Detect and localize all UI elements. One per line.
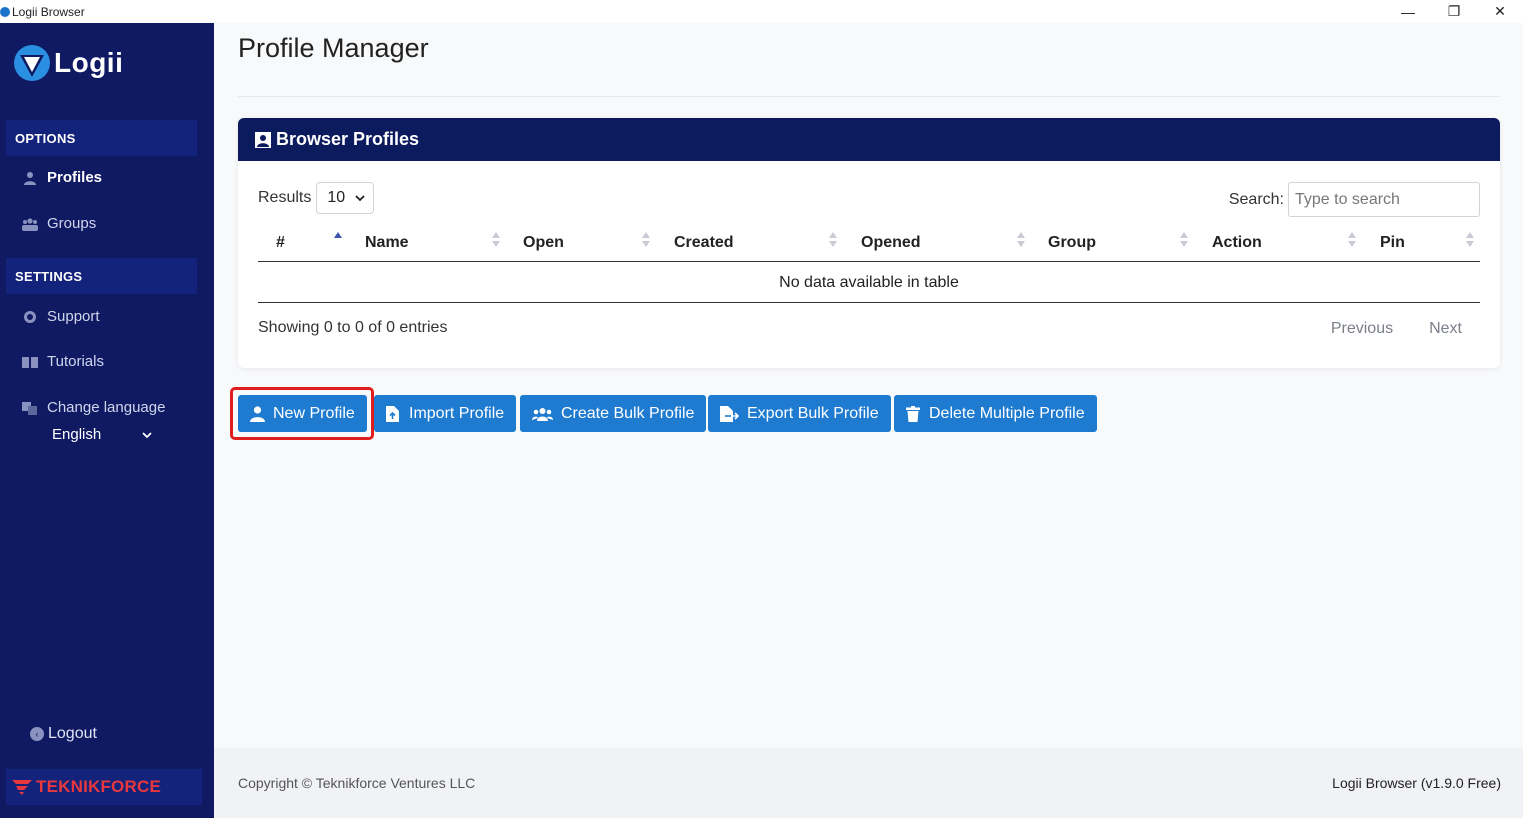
sort-icon xyxy=(492,232,500,248)
button-label: Export Bulk Profile xyxy=(747,404,879,422)
search-control: Search: xyxy=(1229,182,1480,217)
options-header: OPTIONS xyxy=(6,120,197,156)
minimize-button[interactable]: — xyxy=(1385,0,1431,23)
logout-button[interactable]: ‹ Logout xyxy=(30,725,97,743)
sidebar: Logii OPTIONS Profiles Groups SETTINGS S… xyxy=(0,23,214,818)
column-label: Open xyxy=(523,234,564,251)
copyright-text: Copyright © Teknikforce Ventures LLC xyxy=(238,775,476,791)
column-header-pin[interactable]: Pin xyxy=(1380,224,1405,262)
next-page-button[interactable]: Next xyxy=(1429,320,1462,338)
search-input[interactable] xyxy=(1288,182,1480,217)
column-label: Group xyxy=(1048,234,1096,251)
results-value: 10 xyxy=(327,189,346,206)
sort-icon xyxy=(1466,232,1474,248)
close-button[interactable]: ✕ xyxy=(1477,0,1523,23)
sort-icon xyxy=(829,232,837,248)
sidebar-item-label: Profiles xyxy=(47,169,103,186)
previous-page-button[interactable]: Previous xyxy=(1331,320,1393,338)
brand-text: TEKNIKFORCE xyxy=(36,777,161,796)
column-header-action[interactable]: Action xyxy=(1212,224,1262,262)
brand-bar: TEKNIKFORCE xyxy=(6,769,202,805)
export-bulk-profile-button[interactable]: Export Bulk Profile xyxy=(708,395,891,432)
app-icon xyxy=(0,6,10,17)
table-header: # Name Open Created Opened Group Action … xyxy=(258,224,1480,262)
search-label: Search: xyxy=(1228,190,1284,208)
button-label: Import Profile xyxy=(409,404,505,422)
button-label: New Profile xyxy=(273,404,355,422)
sidebar-item-label: Tutorials xyxy=(47,353,104,370)
results-control: Results 10 xyxy=(258,182,375,214)
button-label: Delete Multiple Profile xyxy=(929,404,1085,422)
column-label: Pin xyxy=(1380,234,1405,251)
logout-label: Logout xyxy=(48,725,97,742)
language-select[interactable]: English xyxy=(52,426,152,443)
logo-text: Logii xyxy=(54,47,124,78)
language-value: English xyxy=(52,426,102,443)
trash-icon xyxy=(906,405,922,422)
divider xyxy=(238,96,1500,97)
version-text: Logii Browser (v1.9.0 Free) xyxy=(1332,775,1501,791)
sidebar-item-groups[interactable]: Groups xyxy=(22,215,96,232)
window-titlebar: Logii Browser — ❐ ✕ xyxy=(0,0,1523,23)
sidebar-item-label: Groups xyxy=(47,215,97,232)
create-bulk-profile-button[interactable]: Create Bulk Profile xyxy=(520,395,707,432)
column-header-group[interactable]: Group xyxy=(1048,224,1096,262)
user-icon xyxy=(22,170,38,186)
maximize-button[interactable]: ❐ xyxy=(1431,0,1477,23)
column-label: Action xyxy=(1212,234,1262,251)
table-info: Showing 0 to 0 of 0 entries xyxy=(258,319,448,336)
column-label: Name xyxy=(365,234,409,251)
logout-icon: ‹ xyxy=(30,727,44,741)
card-title: Browser Profiles xyxy=(276,129,420,149)
language-icon xyxy=(22,400,38,416)
logo-shield-icon xyxy=(14,45,50,81)
sort-asc-icon xyxy=(334,232,342,248)
delete-multiple-profile-button[interactable]: Delete Multiple Profile xyxy=(894,395,1097,432)
user-icon xyxy=(250,405,266,422)
file-export-icon xyxy=(720,405,740,422)
chevron-down-icon xyxy=(142,426,152,443)
settings-header: SETTINGS xyxy=(6,258,197,294)
teknikforce-logo-icon xyxy=(12,780,32,795)
sidebar-item-profiles[interactable]: Profiles xyxy=(22,169,102,186)
results-select[interactable]: 10 xyxy=(316,182,375,214)
sidebar-item-label: Change language xyxy=(47,399,166,416)
users-icon xyxy=(22,216,38,232)
sort-icon xyxy=(1180,232,1188,248)
chevron-down-icon xyxy=(355,194,365,201)
pagination: Previous Next xyxy=(1331,320,1462,338)
new-profile-button[interactable]: New Profile xyxy=(238,395,367,432)
file-import-icon xyxy=(386,405,402,422)
column-label: Opened xyxy=(861,234,921,251)
column-header-number[interactable]: # xyxy=(276,224,285,262)
profile-card-icon xyxy=(255,131,271,148)
headset-icon xyxy=(22,309,38,325)
column-label: # xyxy=(276,234,285,251)
button-label: Create Bulk Profile xyxy=(561,404,695,422)
column-label: Created xyxy=(674,234,734,251)
column-header-opened[interactable]: Opened xyxy=(861,224,921,262)
sidebar-item-change-language[interactable]: Change language xyxy=(22,399,165,416)
profiles-card: Browser Profiles Results 10 Search: # Na… xyxy=(238,118,1500,368)
sort-icon xyxy=(1017,232,1025,248)
sort-icon xyxy=(642,232,650,248)
book-icon xyxy=(22,354,38,370)
sidebar-item-support[interactable]: Support xyxy=(22,308,100,325)
window-title: Logii Browser xyxy=(12,4,85,19)
page-title: Profile Manager xyxy=(238,33,429,63)
window-controls: — ❐ ✕ xyxy=(1385,0,1523,23)
sidebar-item-tutorials[interactable]: Tutorials xyxy=(22,353,104,370)
column-header-name[interactable]: Name xyxy=(365,224,409,262)
import-profile-button[interactable]: Import Profile xyxy=(374,395,517,432)
sidebar-item-label: Support xyxy=(47,308,100,325)
empty-table-message: No data available in table xyxy=(258,263,1480,303)
footer: Copyright © Teknikforce Ventures LLC Log… xyxy=(214,748,1523,818)
sort-icon xyxy=(1348,232,1356,248)
logo: Logii xyxy=(12,43,123,83)
column-header-created[interactable]: Created xyxy=(674,224,734,262)
results-label: Results xyxy=(258,189,312,206)
card-header: Browser Profiles xyxy=(238,118,1500,161)
users-icon xyxy=(532,406,554,422)
column-header-open[interactable]: Open xyxy=(523,224,564,262)
